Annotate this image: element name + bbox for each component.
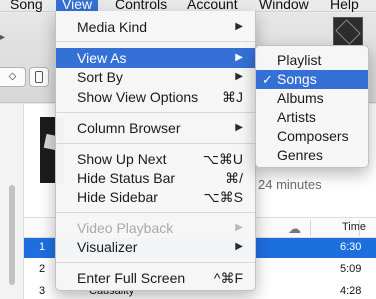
time-column-header[interactable]: Time bbox=[342, 221, 366, 233]
menu-song[interactable]: Song bbox=[4, 0, 49, 12]
submenu-arrow-icon: ▶ bbox=[235, 122, 243, 133]
submenu-arrow-icon: ▶ bbox=[235, 52, 243, 63]
track-time: 6:30 bbox=[340, 241, 362, 253]
menu-item-visualizer[interactable]: Visualizer ▶ bbox=[56, 237, 255, 257]
column-divider[interactable] bbox=[359, 220, 360, 236]
submenu-item-label: Artists bbox=[277, 109, 316, 125]
menu-item-sort-by[interactable]: Sort By ▶ bbox=[56, 67, 255, 87]
menu-item-enter-full-screen[interactable]: Enter Full Screen ^⌘F bbox=[56, 268, 255, 288]
menu-separator bbox=[56, 143, 255, 144]
column-divider[interactable] bbox=[310, 220, 311, 236]
submenu-item-artists[interactable]: Artists bbox=[256, 108, 368, 127]
track-number: 2 bbox=[39, 263, 46, 275]
submenu-item-playlist[interactable]: Playlist bbox=[256, 51, 368, 70]
menu-item-video-playback: Video Playback ▶ bbox=[56, 218, 255, 238]
menu-item-label: Media Kind bbox=[77, 19, 148, 35]
submenu-item-albums[interactable]: Albums bbox=[256, 89, 368, 108]
menu-item-label: Visualizer bbox=[77, 239, 138, 255]
menu-separator bbox=[56, 41, 255, 42]
submenu-arrow-icon: ▶ bbox=[235, 241, 243, 252]
view-as-submenu: Playlist ✓ Songs Albums Artists Composer… bbox=[255, 45, 369, 168]
library-selector[interactable]: ◇ bbox=[0, 67, 26, 87]
submenu-arrow-icon: ▶ bbox=[235, 222, 243, 233]
submenu-arrow-icon: ▶ bbox=[235, 21, 243, 32]
shortcut-label: ⌥⌘U bbox=[202, 151, 243, 167]
submenu-item-label: Albums bbox=[277, 90, 324, 106]
submenu-item-label: Composers bbox=[277, 128, 349, 144]
menu-item-label: Show Up Next bbox=[77, 151, 167, 167]
menu-item-column-browser[interactable]: Column Browser ▶ bbox=[56, 118, 255, 138]
menu-item-hide-status-bar[interactable]: Hide Status Bar ⌘/ bbox=[56, 168, 255, 188]
submenu-item-composers[interactable]: Composers bbox=[256, 127, 368, 146]
track-time: 4:28 bbox=[340, 285, 362, 297]
submenu-item-genres[interactable]: Genres bbox=[256, 146, 368, 165]
menu-item-label: Column Browser bbox=[77, 120, 181, 136]
playlist-duration: 24 minutes bbox=[258, 177, 322, 192]
submenu-item-label: Playlist bbox=[277, 52, 322, 68]
menu-item-media-kind[interactable]: Media Kind ▶ bbox=[56, 17, 255, 37]
track-time: 5:09 bbox=[340, 263, 362, 275]
menu-window[interactable]: Window bbox=[253, 0, 315, 12]
track-number: 1 bbox=[39, 241, 46, 253]
device-button[interactable] bbox=[29, 67, 49, 87]
shortcut-label: ⌥⌘S bbox=[203, 189, 243, 205]
submenu-item-songs[interactable]: ✓ Songs bbox=[256, 70, 368, 89]
submenu-item-label: Genres bbox=[277, 147, 323, 163]
menu-item-label: View As bbox=[77, 50, 127, 66]
submenu-item-label: Songs bbox=[277, 71, 317, 87]
track-number: 3 bbox=[39, 285, 46, 297]
menu-item-hide-sidebar[interactable]: Hide Sidebar ⌥⌘S bbox=[56, 187, 255, 207]
menu-item-show-up-next[interactable]: Show Up Next ⌥⌘U bbox=[56, 149, 255, 169]
menu-help[interactable]: Help bbox=[324, 0, 365, 12]
menu-item-label: Enter Full Screen bbox=[77, 270, 186, 286]
shortcut-label: ⌘J bbox=[222, 89, 243, 105]
submenu-arrow-icon: ▶ bbox=[235, 71, 243, 82]
menu-item-label: Hide Sidebar bbox=[77, 189, 158, 205]
shortcut-label: ⌘/ bbox=[225, 170, 243, 186]
cloud-icon[interactable]: ☁ bbox=[288, 221, 301, 237]
menu-item-view-as[interactable]: View As ▶ bbox=[56, 48, 255, 68]
toolbar-left-button[interactable]: ▸ bbox=[0, 33, 8, 43]
menu-separator bbox=[56, 212, 255, 213]
sidebar-scrollbar[interactable] bbox=[9, 185, 15, 285]
view-menu: Media Kind ▶ View As ▶ Sort By ▶ Show Vi… bbox=[55, 11, 256, 291]
shortcut-label: ^⌘F bbox=[213, 270, 243, 286]
menu-item-label: Video Playback bbox=[77, 220, 174, 236]
menu-item-label: Sort By bbox=[77, 69, 123, 85]
menu-separator bbox=[56, 112, 255, 113]
menu-item-show-view-options[interactable]: Show View Options ⌘J bbox=[56, 87, 255, 107]
menu-item-label: Hide Status Bar bbox=[77, 170, 176, 186]
phone-icon bbox=[35, 71, 43, 83]
menu-item-label: Show View Options bbox=[77, 89, 199, 105]
checkmark-icon: ✓ bbox=[262, 72, 273, 87]
menu-separator bbox=[56, 262, 255, 263]
